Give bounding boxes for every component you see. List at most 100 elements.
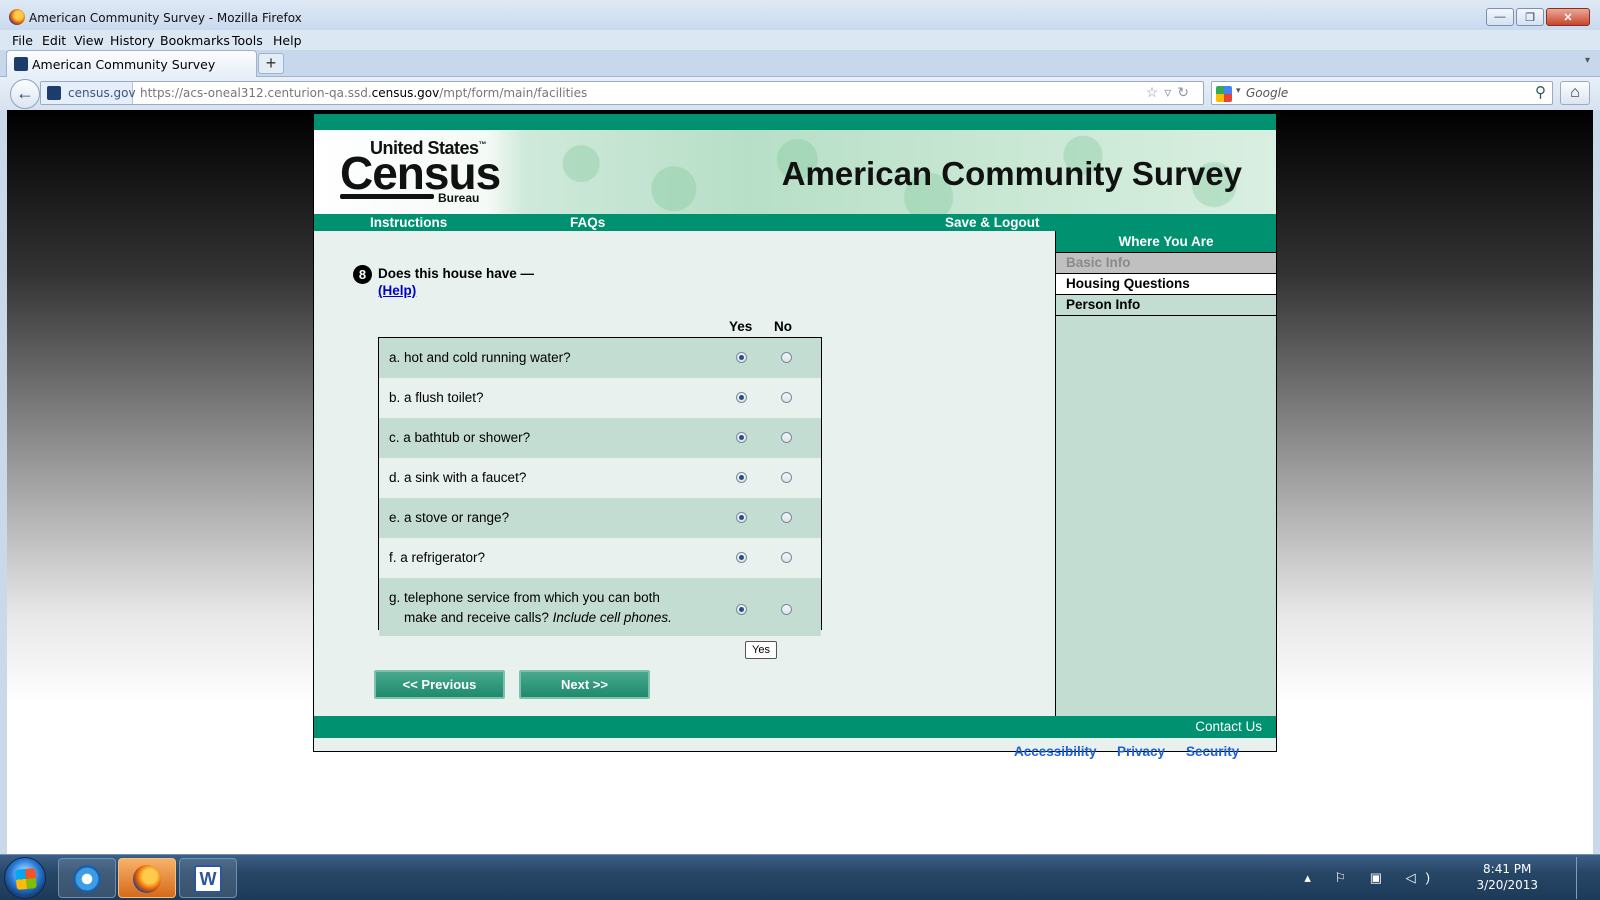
no-radio[interactable] [781,512,792,523]
survey-title: American Community Survey [781,155,1242,192]
yes-radio[interactable] [736,512,747,523]
internet-explorer-icon [73,865,101,893]
security-link[interactable]: Security [1186,744,1239,759]
nav-save-logout[interactable]: Save & Logout [945,215,1040,230]
row-label: f. a refrigerator? [389,550,486,565]
no-radio[interactable] [781,432,792,443]
census-favicon-icon [47,86,61,100]
taskbar-firefox[interactable] [118,858,176,898]
sidebar-item-basic-info[interactable]: Basic Info [1056,253,1276,274]
yes-radio[interactable] [736,604,747,615]
question-row: d. a sink with a faucet? [379,458,821,498]
logo-underline [340,194,434,199]
firefox-icon [133,865,161,893]
question-row: e. a stove or range? [379,498,821,538]
menu-file[interactable]: File [12,33,33,48]
clock-time: 8:41 PM [1483,862,1532,876]
windows-taskbar: W ▴ ⚐ ▣ ◁) 8:41 PM 3/20/2013 [0,854,1600,900]
row-label: g. telephone service from which you can … [389,588,672,628]
row-label-line1: g. telephone service from which you can … [389,590,660,605]
yes-radio[interactable] [736,432,747,443]
census-favicon-icon [14,57,28,71]
url-bar[interactable]: census.gov https://acs-oneal312.centurio… [40,81,1204,105]
privacy-link[interactable]: Privacy [1117,744,1165,759]
search-icon[interactable]: ⚲ [1535,83,1546,101]
no-radio[interactable] [781,552,792,563]
row-label: b. a flush toilet? [389,390,484,405]
maximize-button[interactable]: ❐ [1516,8,1544,26]
row-label: e. a stove or range? [389,510,510,525]
menu-help[interactable]: Help [273,33,302,48]
row-label: d. a sink with a faucet? [389,470,527,485]
help-link[interactable]: (Help) [378,283,416,298]
tab-american-community-survey[interactable]: American Community Survey [6,50,257,77]
windows-logo-icon [15,868,37,890]
tab-list-chevron-icon[interactable]: ▾ [1585,55,1590,66]
window-titlebar: American Community Survey - Mozilla Fire… [0,0,1600,32]
taskbar-internet-explorer[interactable] [58,858,116,898]
menu-history[interactable]: History [110,33,154,48]
yes-radio[interactable] [736,392,747,403]
facilities-question-grid: a. hot and cold running water? b. a flus… [378,337,822,636]
next-button[interactable]: Next >> [519,670,650,699]
url-text[interactable]: https://acs-oneal312.centurion-qa.ssd.ce… [140,86,587,100]
clock-date: 3/20/2013 [1476,878,1538,892]
question-row: a. hot and cold running water? [379,338,821,378]
url-bar-icons[interactable]: ☆▿↻ [1146,84,1195,101]
no-radio[interactable] [781,604,792,615]
nav-instructions[interactable]: Instructions [370,215,447,230]
menu-bookmarks[interactable]: Bookmarks [160,33,230,48]
menu-tools[interactable]: Tools [232,33,263,48]
url-prefix: https://acs-oneal312.centurion-qa.ssd. [140,86,372,100]
url-suffix: /mpt/form/main/facilities [439,86,588,100]
question-row: c. a bathtub or shower? [379,418,821,458]
search-engine-dropdown-icon[interactable]: ▾ [1236,85,1241,96]
where-you-are-sidebar: Where You Are Basic Info Housing Questio… [1055,231,1276,716]
tray-icons[interactable]: ▴ ⚐ ▣ ◁) [1304,870,1440,886]
site-identity-button[interactable]: census.gov [41,82,136,104]
yes-radio[interactable] [736,472,747,483]
menu-view[interactable]: View [74,33,104,48]
question-row: b. a flush toilet? [379,378,821,418]
menu-edit[interactable]: Edit [42,33,66,48]
show-desktop-button[interactable] [1576,857,1590,899]
logo-bureau: Bureau [438,191,480,205]
tray-clock[interactable]: 8:41 PM 3/20/2013 [1476,861,1538,893]
site-nav: Instructions FAQs Save & Logout [314,214,1276,231]
home-button[interactable]: ⌂ [1560,81,1590,105]
census-bureau-logo[interactable]: United States™ Census Bureau [340,138,501,208]
no-radio[interactable] [781,472,792,483]
navigation-toolbar: ← census.gov https://acs-oneal312.centur… [0,77,1600,110]
row-label: a. hot and cold running water? [389,350,571,365]
contact-us-link[interactable]: Contact Us [1195,719,1262,734]
no-radio[interactable] [781,352,792,363]
logo-census: Census [340,147,501,199]
accessibility-link[interactable]: Accessibility [1014,744,1097,759]
taskbar-word[interactable]: W [179,858,237,898]
question-number-badge: 8 [353,265,372,284]
close-button[interactable]: ✕ [1546,8,1590,26]
row-label-note: Include cell phones. [552,610,672,625]
back-button[interactable]: ← [10,79,40,109]
yes-radio[interactable] [736,352,747,363]
google-engine-icon[interactable] [1216,86,1232,102]
yes-tooltip: Yes [745,641,777,659]
row-label-line2: make and receive calls? [404,610,549,625]
nav-faqs[interactable]: FAQs [570,215,605,230]
survey-page: United States™ Census Bureau American Co… [313,113,1277,752]
yes-radio[interactable] [736,552,747,563]
sidebar-item-housing-questions[interactable]: Housing Questions [1056,274,1276,295]
column-header-yes: Yes [729,319,753,334]
question-text: Does this house have — [378,266,535,281]
start-button[interactable] [4,857,46,899]
window-title: American Community Survey - Mozilla Fire… [29,11,302,25]
previous-button[interactable]: << Previous [374,670,505,699]
no-radio[interactable] [781,392,792,403]
site-footer: Contact Us [314,716,1276,738]
new-tab-button[interactable]: + [258,53,284,74]
row-label: c. a bathtub or shower? [389,430,531,445]
minimize-button[interactable]: — [1486,8,1514,26]
sidebar-item-person-info[interactable]: Person Info [1056,295,1276,316]
site-identity-domain: census.gov [68,86,136,100]
search-bar[interactable]: ▾ Google ⚲ [1211,81,1553,105]
